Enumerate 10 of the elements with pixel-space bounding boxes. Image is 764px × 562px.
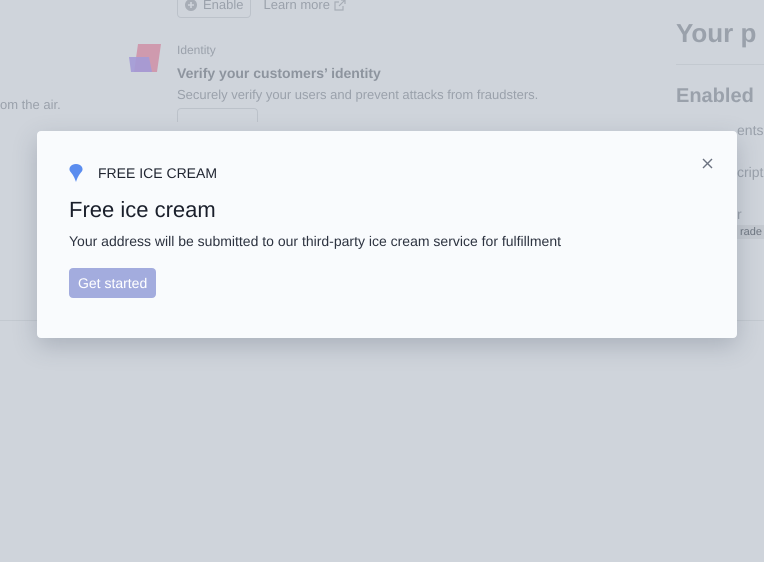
section-title: Verify your customers’ identity: [177, 64, 382, 82]
modal-label: FREE ICE CREAM: [98, 164, 218, 182]
close-icon: [702, 158, 712, 168]
ice-cream-icon: [69, 164, 83, 182]
external-link-icon: [334, 0, 346, 11]
get-started-button[interactable]: Get started: [69, 268, 156, 298]
product-badge: rade: [737, 225, 764, 239]
modal-title: Free ice cream: [69, 196, 217, 224]
modal-body: Your address will be submitted to our third-party ice cream service for fulfillment: [69, 232, 562, 250]
cards-icon: [128, 44, 162, 72]
